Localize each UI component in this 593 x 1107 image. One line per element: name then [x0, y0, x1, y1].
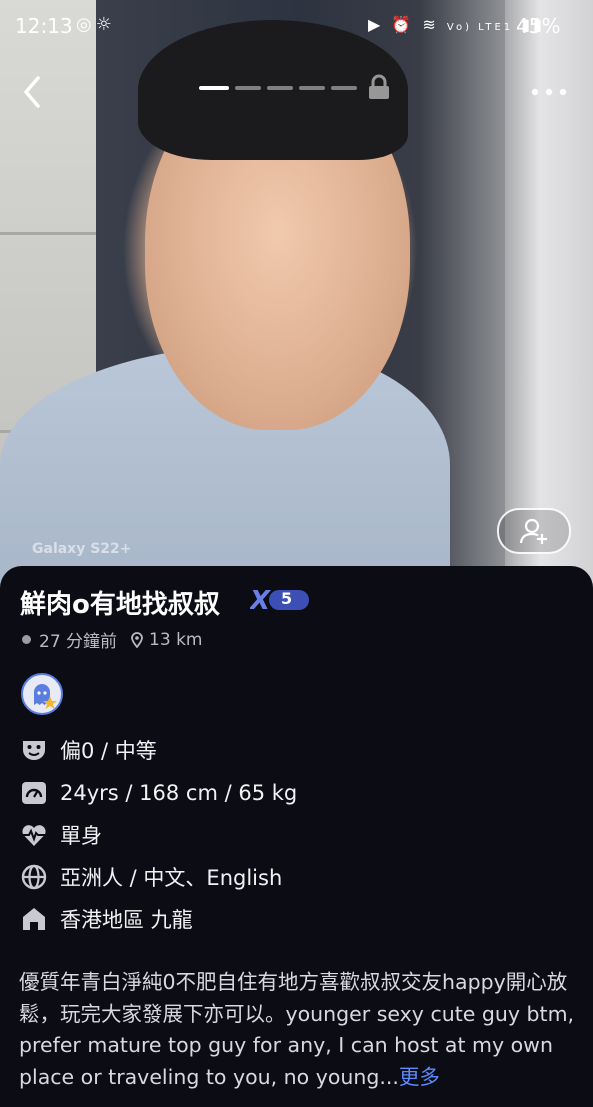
xtra-badge-icon: X	[248, 586, 309, 616]
location-pin-icon	[131, 631, 143, 648]
chevron-left-icon	[24, 76, 40, 108]
add-friend-icon	[519, 518, 547, 544]
detail-relationship: 單身	[60, 824, 102, 848]
bio-more-link[interactable]: 更多	[399, 1065, 440, 1089]
bio-text: 優質年青白淨純0不肥自住有地方喜歡叔叔交友happy開心放鬆，玩完大家發展下亦可…	[19, 970, 575, 1089]
profile-bio: 優質年青白淨純0不肥自住有地方喜歡叔叔交友happy開心放鬆，玩完大家發展下亦可…	[19, 967, 579, 1093]
status-notification-icons: ◎☼	[76, 14, 116, 35]
heartbeat-icon	[22, 825, 46, 846]
status-bar: 12:13 ◎☼ ▶ ⏰ ≋ Vo) LTE1 ▮▮ 45%	[0, 0, 593, 52]
detail-ethnicity-language: 亞洲人 / 中文、English	[60, 866, 283, 890]
detail-stats: 24yrs / 168 cm / 65 kg	[60, 781, 298, 805]
network-type: Vo) LTE1	[446, 22, 514, 33]
detail-stats-row: 24yrs / 168 cm / 65 kg	[20, 778, 297, 808]
detail-relationship-row: 單身	[20, 820, 102, 850]
weather-icon: ☼	[95, 14, 116, 35]
detail-position-row: 偏0 / 中等	[20, 735, 157, 765]
youtube-icon: ▶	[368, 15, 384, 34]
gallery-indicator	[199, 86, 229, 90]
ghost-star-icon	[34, 684, 57, 709]
add-friend-button[interactable]	[497, 508, 571, 554]
globe-icon	[21, 864, 47, 890]
detail-ethnicity-row: 亞洲人 / 中文、English	[20, 862, 282, 892]
online-status-dot	[22, 635, 31, 644]
svg-text:X: X	[250, 587, 272, 613]
distance: 13 km	[149, 629, 203, 650]
photo-gallery-progress	[199, 86, 357, 90]
detail-location-row: 香港地區 九龍	[20, 904, 193, 934]
status-time: 12:13	[15, 14, 73, 38]
gallery-indicator	[235, 86, 261, 90]
profile-photo[interactable]: Galaxy S22+	[0, 0, 593, 600]
wifi-icon: ≋	[422, 15, 439, 34]
home-icon	[23, 908, 45, 930]
tribe-badge-icon[interactable]	[21, 673, 63, 715]
last-seen: 27 分鐘前	[39, 632, 118, 652]
battery-level: 45%	[516, 14, 561, 38]
instagram-icon: ◎	[76, 14, 96, 35]
body-icon	[22, 782, 46, 804]
alarm-icon: ⏰	[391, 15, 415, 34]
profile-meta: 27 分鐘前 13 km	[22, 627, 203, 652]
xtra-level-badge[interactable]: X 5	[248, 586, 310, 616]
profile-display-name: 鮮肉o有地找叔叔	[20, 590, 220, 620]
badge-level-number: 5	[281, 589, 293, 608]
back-button[interactable]	[16, 70, 50, 114]
gallery-indicator	[331, 86, 357, 90]
detail-location: 香港地區 九龍	[60, 908, 193, 932]
lock-icon	[369, 74, 389, 99]
more-dots-icon[interactable]	[528, 82, 572, 102]
detail-position: 偏0 / 中等	[60, 739, 157, 763]
gallery-indicator	[267, 86, 293, 90]
mask-icon	[23, 741, 45, 760]
camera-watermark: Galaxy S22+	[32, 541, 132, 557]
gallery-indicator	[299, 86, 325, 90]
